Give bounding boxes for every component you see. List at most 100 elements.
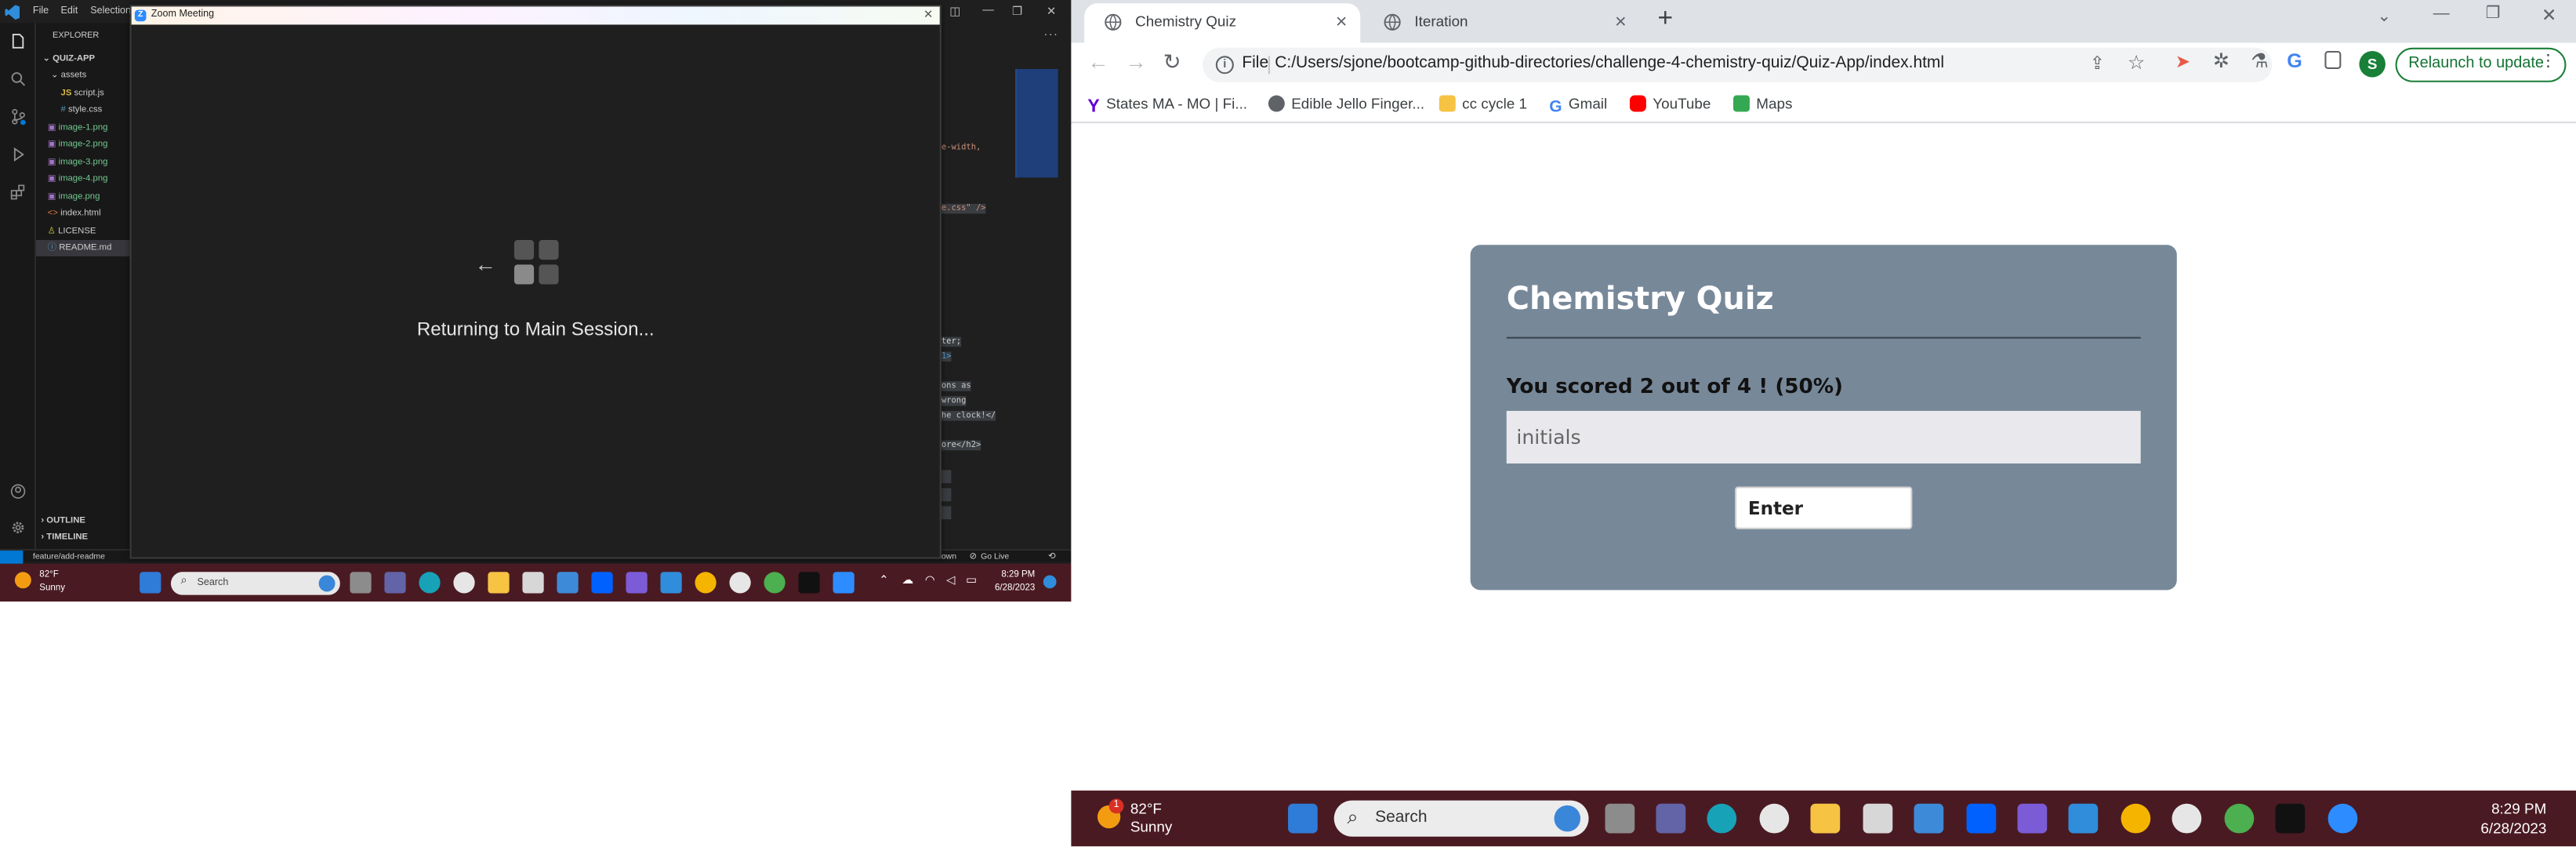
right-clock-time[interactable]: 8:29 PM	[2386, 801, 2546, 817]
bing-icon[interactable]	[318, 575, 336, 592]
mail-icon[interactable]	[1914, 803, 1944, 834]
tree-file-script-js[interactable]: JS script.js	[36, 85, 132, 101]
timeline-section[interactable]: › TIMELINE	[36, 529, 132, 546]
minimap[interactable]	[1015, 69, 1058, 178]
restore-icon[interactable]: ❐	[1012, 5, 1022, 18]
store-icon[interactable]	[1863, 803, 1893, 834]
wifi-icon[interactable]: ◠	[925, 573, 935, 587]
tree-file-index-html[interactable]: <> index.html	[36, 205, 132, 222]
profile-avatar[interactable]: S	[2359, 50, 2386, 78]
weather-desc[interactable]: Sunny	[1130, 819, 1173, 835]
tree-file-style-css[interactable]: # style.css	[36, 102, 132, 118]
tree-file-image-2[interactable]: ▣ image-2.png	[36, 136, 132, 153]
slack-icon[interactable]	[729, 572, 751, 594]
visual-studio-icon[interactable]	[626, 572, 648, 594]
go-live-button[interactable]: Go Live	[981, 552, 1009, 562]
explorer-icon[interactable]	[10, 33, 27, 49]
task-view-icon[interactable]	[1605, 803, 1635, 834]
taskbar-search[interactable]: ⌕ Search	[170, 572, 340, 595]
remote-indicator-icon[interactable]	[0, 551, 24, 564]
start-windows-icon[interactable]	[1288, 803, 1318, 834]
bookmark-maps[interactable]: Maps	[1732, 95, 1792, 112]
search-icon[interactable]	[10, 71, 27, 87]
file-explorer-icon[interactable]	[488, 572, 510, 594]
tab-iteration[interactable]: Iteration ×	[1363, 3, 1639, 42]
github-icon[interactable]	[1759, 803, 1790, 834]
google-icon[interactable]: G	[2287, 49, 2302, 72]
bookmark-star-icon[interactable]: ☆	[2128, 51, 2146, 74]
onedrive-icon[interactable]: ☁	[902, 573, 914, 587]
chrome-restore-icon[interactable]: ❐	[2486, 5, 2501, 23]
tree-file-image-4[interactable]: ▣ image-4.png	[36, 171, 132, 187]
tab-search-chevron-icon[interactable]: ⌄	[2377, 8, 2391, 26]
labs-flask-icon[interactable]: ⚗	[2251, 49, 2269, 72]
minimize-icon[interactable]: —	[982, 5, 994, 16]
vscode-icon[interactable]	[660, 572, 682, 594]
chrome-minimize-icon[interactable]: —	[2433, 5, 2450, 23]
left-clock-date[interactable]: 6/28/2023	[978, 583, 1035, 594]
address-bar[interactable]: i File C:/Users/sjone/bootcamp-github-di…	[1203, 47, 2273, 82]
terminal-icon[interactable]	[2275, 803, 2306, 834]
reload-icon[interactable]: ↻	[1163, 49, 1181, 76]
bookmark-youtube[interactable]: YouTube	[1629, 95, 1711, 112]
chrome-close-icon[interactable]: ✕	[2542, 5, 2556, 26]
battery-icon[interactable]: ▭	[966, 573, 977, 587]
volume-icon[interactable]: ◁	[946, 573, 955, 587]
tree-file-readme[interactable]: ⓘ README.md	[36, 239, 132, 256]
teams-icon[interactable]	[384, 572, 406, 594]
project-root[interactable]: ⌄ QUIZ-APP	[36, 51, 132, 67]
edge-icon[interactable]	[419, 572, 441, 594]
bookmark-states[interactable]: Y States MA - MO | Fi...	[1087, 96, 1247, 117]
tree-file-image[interactable]: ▣ image.png	[36, 188, 132, 205]
menu-edit[interactable]: Edit	[61, 6, 78, 16]
back-arrow-icon[interactable]: ←	[475, 252, 496, 276]
right-clock-date[interactable]: 6/28/2023	[2386, 820, 2546, 837]
chrome-icon[interactable]	[2224, 803, 2255, 834]
editor-more-icon[interactable]: ···	[1043, 31, 1058, 42]
chrome-icon[interactable]	[764, 572, 785, 594]
status-branch[interactable]: feature/add-readme	[33, 552, 105, 562]
side-panel-icon[interactable]	[2324, 50, 2342, 70]
left-clock-time[interactable]: 8:29 PM	[985, 570, 1035, 580]
share-icon[interactable]: ⇪	[2090, 53, 2105, 74]
bing-icon[interactable]	[1554, 805, 1581, 832]
relaunch-button[interactable]: Relaunch to update ⋮	[2395, 47, 2567, 82]
bookmark-cc-cycle[interactable]: cc cycle 1	[1439, 95, 1527, 112]
outline-section[interactable]: › OUTLINE	[36, 513, 132, 529]
run-debug-icon[interactable]	[10, 147, 27, 163]
chrome-menu-icon[interactable]: ⋮	[2540, 53, 2556, 71]
forward-icon[interactable]: →	[1126, 49, 1147, 74]
tree-file-license[interactable]: ♙ LICENSE	[36, 223, 132, 239]
tab-close-icon[interactable]: ×	[1336, 10, 1348, 33]
zoom-icon[interactable]	[2327, 803, 2358, 834]
zoom-close-icon[interactable]: ✕	[923, 8, 933, 22]
account-icon[interactable]	[10, 483, 27, 500]
tree-file-image-1[interactable]: ▣ image-1.png	[36, 119, 132, 136]
weather-desc[interactable]: Sunny	[39, 583, 65, 594]
vscode-icon[interactable]	[2068, 803, 2099, 834]
site-info-icon[interactable]: i	[1215, 56, 1234, 75]
extensions-icon[interactable]	[10, 184, 27, 201]
slack-icon[interactable]	[2171, 803, 2202, 834]
start-windows-icon[interactable]	[140, 572, 161, 594]
file-explorer-icon[interactable]	[1810, 803, 1841, 834]
weather-sun-icon[interactable]	[14, 572, 31, 589]
dropbox-icon[interactable]	[1966, 803, 1997, 834]
new-tab-plus-icon[interactable]: +	[1658, 5, 1674, 35]
tray-chevron-icon[interactable]: ⌃	[879, 573, 888, 587]
downloader-icon[interactable]	[695, 572, 717, 594]
tab-close-icon[interactable]: ×	[1615, 10, 1627, 33]
tree-file-image-3[interactable]: ▣ image-3.png	[36, 154, 132, 170]
mail-icon[interactable]	[557, 572, 579, 594]
github-icon[interactable]	[453, 572, 475, 594]
weather-temp[interactable]: 82°F	[1130, 801, 1162, 817]
notification-bell-icon[interactable]: ⟲	[1048, 551, 1056, 562]
visual-studio-icon[interactable]	[2017, 803, 2048, 834]
back-icon[interactable]: ←	[1087, 49, 1108, 74]
terminal-icon[interactable]	[798, 572, 820, 594]
taskbar-search[interactable]: ⌕ Search	[1333, 800, 1589, 837]
extensions-puzzle-icon[interactable]: ✲	[2213, 49, 2230, 72]
downloader-icon[interactable]	[2121, 803, 2151, 834]
bookmark-gmail[interactable]: G Gmail	[1549, 96, 1607, 117]
extension-arrow-icon[interactable]: ➤	[2175, 51, 2190, 72]
